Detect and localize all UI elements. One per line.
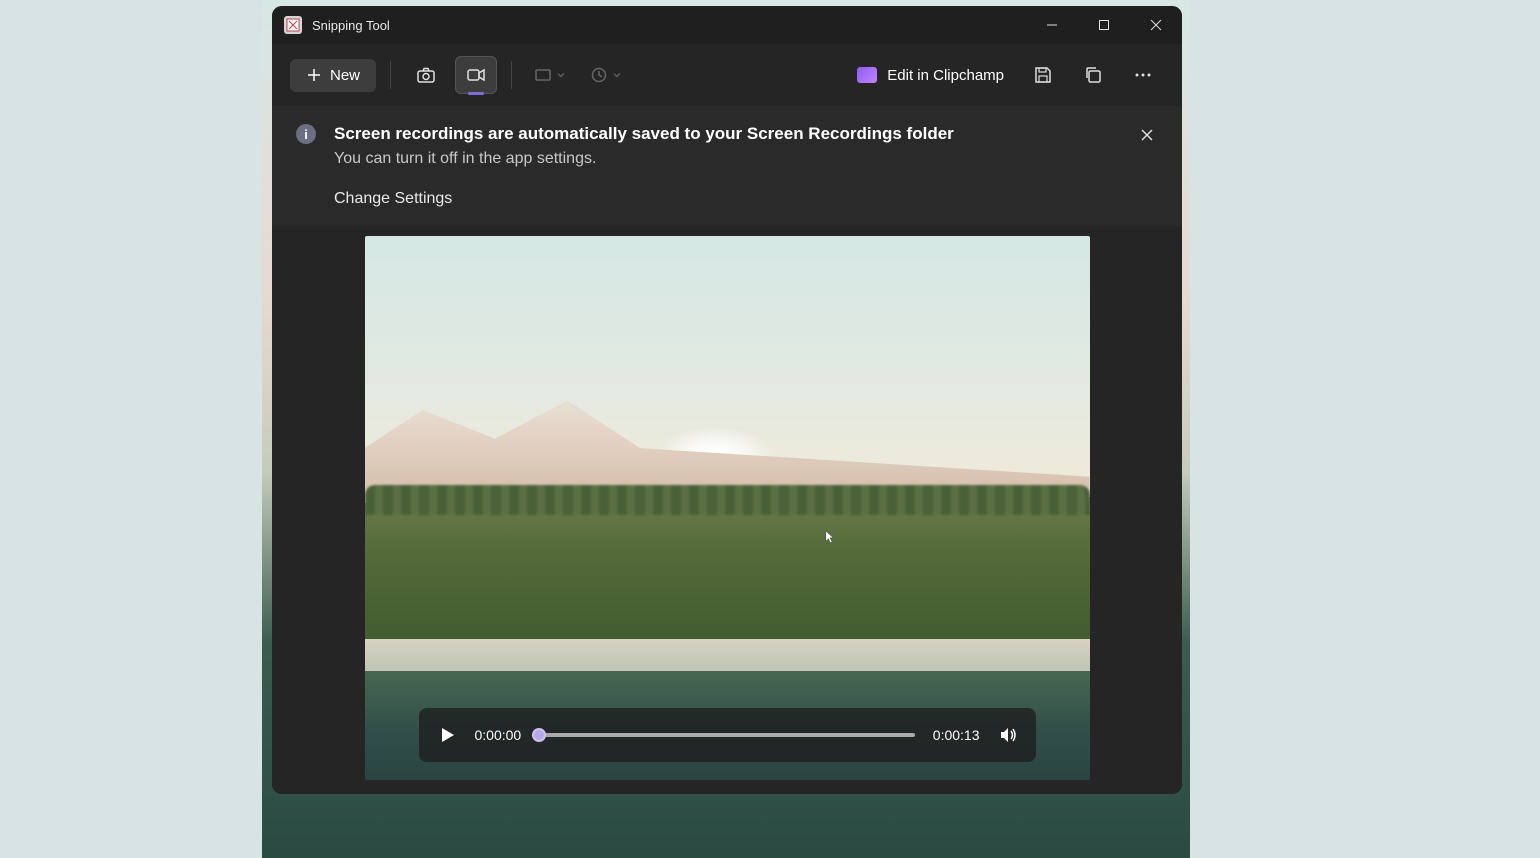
toolbar: New Edit in Clipchamp	[272, 44, 1182, 106]
chevron-down-icon	[556, 70, 566, 80]
clipchamp-label: Edit in Clipchamp	[887, 67, 1004, 84]
video-camera-icon	[466, 65, 486, 85]
maximize-button[interactable]	[1078, 6, 1130, 44]
divider	[511, 61, 512, 89]
play-button[interactable]	[437, 725, 457, 745]
copy-button[interactable]	[1072, 56, 1114, 94]
chevron-down-icon	[612, 70, 622, 80]
volume-button[interactable]	[998, 725, 1018, 745]
banner-subtitle: You can turn it off in the app settings.	[334, 150, 1118, 168]
current-time: 0:00:00	[475, 727, 522, 743]
close-icon	[1140, 128, 1154, 142]
screenshot-mode-button[interactable]	[405, 56, 447, 94]
edit-in-clipchamp-button[interactable]: Edit in Clipchamp	[847, 61, 1014, 90]
seek-thumb[interactable]	[532, 728, 546, 742]
app-icon	[284, 16, 302, 34]
play-icon	[437, 725, 457, 745]
info-icon: i	[296, 124, 316, 144]
banner-title: Screen recordings are automatically save…	[334, 124, 1118, 144]
save-icon	[1033, 65, 1053, 85]
plus-icon	[306, 67, 322, 83]
delay-dropdown-button[interactable]	[582, 56, 630, 94]
copy-icon	[1083, 65, 1103, 85]
change-settings-link[interactable]: Change Settings	[334, 190, 1118, 208]
divider	[390, 61, 391, 89]
window-title: Snipping Tool	[312, 18, 1026, 33]
shape-dropdown-button[interactable]	[526, 56, 574, 94]
info-banner: i Screen recordings are automatically sa…	[272, 106, 1182, 226]
seek-bar[interactable]	[539, 733, 915, 737]
save-button[interactable]	[1022, 56, 1064, 94]
close-button[interactable]	[1130, 6, 1182, 44]
rectangle-shape-icon	[534, 66, 552, 84]
camera-icon	[416, 65, 436, 85]
player-controls: 0:00:00 0:00:13	[419, 708, 1036, 762]
recording-mode-button[interactable]	[455, 56, 497, 94]
preview-area: 0:00:00 0:00:13	[272, 226, 1182, 794]
speaker-icon	[998, 725, 1018, 745]
banner-close-button[interactable]	[1136, 124, 1158, 151]
clipchamp-icon	[857, 67, 877, 83]
app-window: Snipping Tool New	[272, 6, 1182, 794]
new-button-label: New	[330, 67, 360, 84]
titlebar: Snipping Tool	[272, 6, 1182, 44]
video-preview[interactable]: 0:00:00 0:00:13	[365, 236, 1090, 780]
cursor-icon	[825, 530, 835, 544]
total-time: 0:00:13	[933, 727, 980, 743]
video-content	[365, 236, 1090, 780]
minimize-button[interactable]	[1026, 6, 1078, 44]
new-button[interactable]: New	[290, 59, 376, 92]
more-options-button[interactable]	[1122, 56, 1164, 94]
ellipsis-icon	[1133, 65, 1153, 85]
clock-icon	[590, 66, 608, 84]
